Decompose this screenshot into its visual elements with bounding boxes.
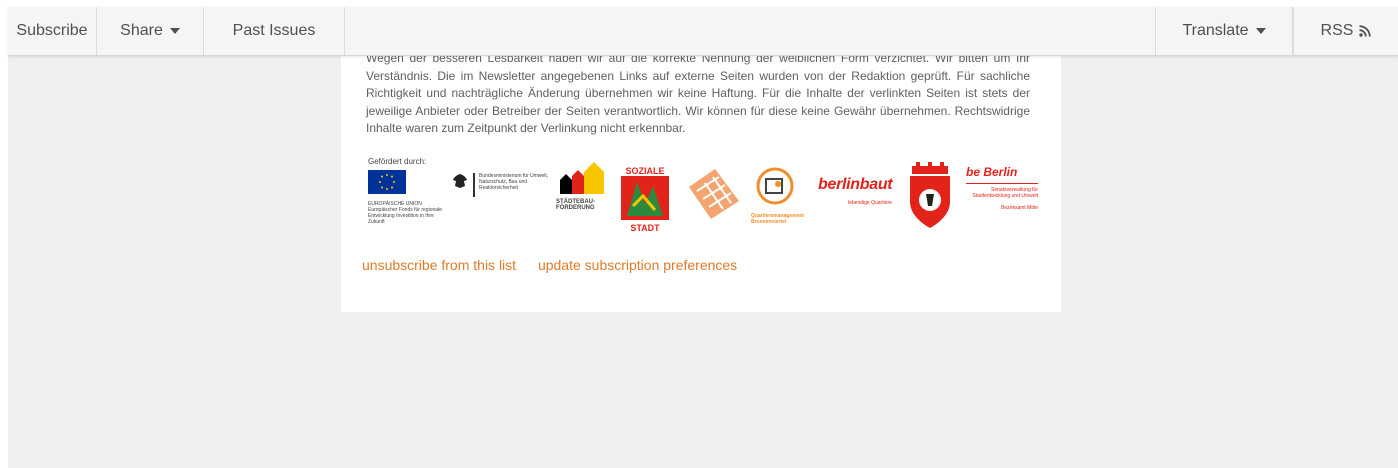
bezirk-text: Bezirksamt Mitte bbox=[1001, 205, 1038, 211]
past-issues-button[interactable]: Past Issues bbox=[204, 7, 345, 55]
rss-button[interactable]: RSS bbox=[1293, 7, 1398, 55]
soziale-stadt-logo: SOZIALE STADT bbox=[621, 166, 669, 233]
subscribe-button[interactable]: Subscribe bbox=[8, 7, 97, 55]
qm-text: Quartiersmanagement Brunnenviertel bbox=[751, 213, 805, 225]
eu-logo-text: EUROPÄISCHE UNION Europäischer Fonds für… bbox=[368, 201, 442, 225]
top-navigation-bar: Subscribe Share Past Issues Translate RS… bbox=[8, 7, 1398, 56]
federal-eagle-icon bbox=[453, 174, 467, 188]
coat-of-arms-icon bbox=[910, 162, 950, 228]
houses-icon bbox=[560, 162, 604, 194]
qm-brunnenviertel-logo: Quartiersmanagement Brunnenviertel bbox=[751, 164, 813, 230]
rss-icon bbox=[1359, 25, 1372, 37]
soziale-top-text: SOZIALE bbox=[625, 166, 665, 176]
caret-down-icon bbox=[1255, 28, 1266, 34]
senat-text: Senatsverwaltung für Stadtentwicklung un… bbox=[972, 187, 1038, 199]
translate-button[interactable]: Translate bbox=[1155, 7, 1293, 55]
disclaimer-text: Wegen der besseren Lesbarkeit haben wir … bbox=[366, 50, 1030, 138]
eu-logo: EUROPÄISCHE UNION Europäischer Fonds für… bbox=[368, 170, 442, 232]
update-preferences-link[interactable]: update subscription preferences bbox=[538, 257, 737, 273]
qm-icon bbox=[756, 167, 794, 205]
soziale-bottom-text: STADT bbox=[630, 223, 660, 233]
be-berlin-text: be Berlin bbox=[966, 165, 1018, 179]
berlinbaut-text: berlinbaut bbox=[818, 176, 893, 193]
staedtebau-logo: STÄDTEBAU-FÖRDERUNG bbox=[556, 162, 606, 232]
bezirk-mitte-crest bbox=[908, 162, 952, 230]
berlinbaut-logo: berlinbaut lebendige Quartiere bbox=[818, 176, 902, 216]
share-button[interactable]: Share bbox=[97, 7, 204, 55]
rss-label: RSS bbox=[1320, 22, 1354, 39]
bmub-logo-text: Bundesministerium für Umwelt, Naturschut… bbox=[479, 173, 549, 191]
unsubscribe-link[interactable]: unsubscribe from this list bbox=[362, 257, 516, 273]
be-berlin-logo: be Berlin Senatsverwaltung für Stadtentw… bbox=[966, 165, 1038, 229]
eu-flag-icon bbox=[368, 170, 406, 194]
soziale-stadt-graphic bbox=[621, 176, 669, 220]
map-icon bbox=[689, 169, 739, 219]
funded-by-label: Gefördert durch: bbox=[368, 157, 427, 166]
berlinbaut-sub-text: lebendige Quartiere bbox=[848, 200, 892, 206]
bmub-logo: Bundesministerium für Umwelt, Naturschut… bbox=[451, 173, 551, 213]
translate-label: Translate bbox=[1182, 22, 1249, 39]
city-map-logo bbox=[685, 165, 743, 223]
bmub-flag-bar bbox=[473, 173, 475, 197]
staedtebau-text: STÄDTEBAU-FÖRDERUNG bbox=[556, 199, 595, 211]
share-label: Share bbox=[120, 22, 163, 39]
newsletter-card: Wegen der besseren Lesbarkeit haben wir … bbox=[341, 40, 1061, 312]
caret-down-icon bbox=[169, 28, 180, 34]
footer-links: unsubscribe from this list update subscr… bbox=[362, 257, 755, 273]
subscribe-label: Subscribe bbox=[16, 22, 88, 39]
be-berlin-divider bbox=[966, 183, 1038, 184]
past-issues-label: Past Issues bbox=[232, 22, 316, 39]
